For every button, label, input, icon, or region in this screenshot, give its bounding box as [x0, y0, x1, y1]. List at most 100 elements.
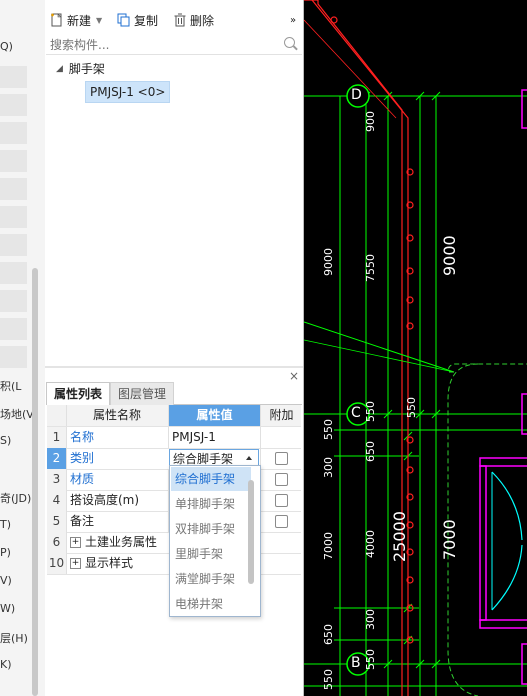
row-index: 6 [47, 532, 67, 553]
component-toolbar: 新建 ▼ 复制 删除 » [45, 8, 303, 32]
table-row[interactable]: 1 名称 PMJSJ-1 [47, 427, 301, 449]
header-name: 属性名称 [92, 408, 141, 422]
dimension-text: 650 [364, 441, 377, 462]
extra-checkbox[interactable] [275, 494, 288, 507]
left-list-item[interactable] [0, 346, 27, 369]
left-list-item[interactable] [0, 262, 27, 285]
row-index: 2 [47, 448, 67, 469]
axis-label-c: C [351, 405, 361, 421]
row-extra [260, 469, 302, 490]
dropdown-scrollbar[interactable] [248, 480, 254, 584]
left-list-item[interactable] [0, 178, 27, 201]
close-icon[interactable]: × [289, 369, 299, 383]
row-extra [260, 448, 302, 469]
row-value[interactable]: PMJSJ-1 [168, 427, 263, 448]
row-index: 1 [47, 427, 67, 448]
left-list-item[interactable] [0, 94, 27, 117]
expand-plus-icon[interactable]: + [70, 537, 81, 548]
copy-button-label: 复制 [134, 13, 159, 28]
row-group-name[interactable]: + 显示样式 [67, 553, 170, 574]
dropdown-option[interactable]: 满堂脚手架 [171, 567, 251, 591]
dropdown-option[interactable]: 单排脚手架 [171, 492, 251, 516]
tree-node-label: PMJSJ-1 <0> [90, 85, 166, 99]
left-list-item[interactable] [0, 66, 27, 89]
axis-label-d: D [351, 87, 362, 103]
new-button[interactable]: 新建 ▼ [50, 11, 102, 29]
row-group-name[interactable]: + 土建业务属性 [67, 532, 170, 553]
expand-plus-icon[interactable]: + [70, 558, 81, 569]
dimension-text: 550 [405, 397, 418, 418]
dropdown-option[interactable]: 综合脚手架 [171, 467, 251, 491]
left-list-item[interactable] [0, 290, 27, 313]
row-name: 土建业务属性 [85, 535, 158, 549]
dimension-text: 25000 [390, 511, 409, 562]
row-index: 5 [47, 511, 67, 532]
tab-layers[interactable]: 图层管理 [110, 382, 175, 405]
header-extra: 附加 [260, 405, 302, 426]
dimension-text: 650 [322, 624, 335, 645]
copy-button[interactable]: 复制 [117, 11, 158, 29]
left-list-item[interactable] [0, 150, 27, 173]
left-fragment[interactable]: 奇(JD) [0, 490, 31, 506]
extra-checkbox[interactable] [275, 515, 288, 528]
table-header: 属性名称 属性值 附加 [47, 405, 301, 427]
cad-drawing[interactable] [304, 0, 527, 696]
expand-arrow-icon[interactable]: ◢ [56, 64, 63, 74]
left-fragment[interactable]: V) [0, 574, 12, 587]
dropdown-option[interactable]: 双排脚手架 [171, 517, 251, 541]
dropdown-option[interactable]: 电梯井架 [171, 592, 251, 616]
left-list-item[interactable] [0, 318, 27, 341]
axis-label-b: B [351, 655, 361, 671]
dimension-text: 550 [364, 401, 377, 422]
dimension-text: 7000 [440, 519, 459, 560]
left-fragment[interactable]: W) [0, 602, 15, 615]
extra-checkbox[interactable] [275, 473, 288, 486]
left-list-item[interactable] [0, 234, 27, 257]
dimension-text: 300 [322, 457, 335, 478]
left-scrollbar[interactable] [32, 268, 38, 696]
delete-button-label: 删除 [190, 13, 215, 28]
header-index [47, 405, 67, 426]
copy-icon [117, 13, 130, 27]
panel-splitter[interactable] [45, 366, 303, 368]
chevron-up-icon[interactable] [246, 456, 252, 460]
row-name: 名称 [70, 430, 95, 444]
left-list-item[interactable] [0, 122, 27, 145]
dimension-text: 300 [364, 609, 377, 630]
tree-node-scaffold[interactable]: ◢ 脚手架 [56, 60, 105, 77]
left-fragment[interactable]: T) [0, 518, 11, 531]
row-name: 搭设高度(m) [70, 493, 140, 507]
left-fragment[interactable]: K) [0, 658, 12, 671]
row-name: 备注 [70, 514, 95, 528]
dimension-text: 550 [322, 669, 335, 690]
left-fragment[interactable]: Q) [0, 40, 13, 53]
left-fragment[interactable]: 场地(V [0, 406, 34, 422]
search-icon[interactable] [284, 37, 295, 48]
dimension-text: 9000 [322, 248, 335, 276]
left-fragment[interactable]: 积(L [0, 378, 21, 394]
tree-node-pmjsj-1[interactable]: PMJSJ-1 <0> [85, 81, 171, 103]
search-input[interactable] [48, 35, 282, 54]
dropdown-option[interactable]: 里脚手架 [171, 542, 251, 566]
more-button[interactable]: » [290, 11, 296, 29]
category-dropdown: 综合脚手架 单排脚手架 双排脚手架 里脚手架 满堂脚手架 电梯井架 [169, 465, 261, 617]
tree-node-label: 脚手架 [68, 62, 105, 76]
tab-properties[interactable]: 属性列表 [46, 382, 111, 405]
left-list-item[interactable] [0, 206, 27, 229]
dimension-text: 550 [322, 419, 335, 440]
delete-button[interactable]: 删除 [173, 11, 214, 29]
cad-canvas[interactable]: D C B 900 9000 7550 9000 550 650 550 300… [304, 0, 527, 696]
row-index: 3 [47, 469, 67, 490]
row-index: 4 [47, 490, 67, 511]
extra-checkbox[interactable] [275, 452, 288, 465]
left-fragment[interactable]: 层(H) [0, 630, 28, 646]
left-fragment[interactable]: P) [0, 546, 11, 559]
property-tabs: 属性列表 图层管理 [46, 382, 302, 405]
dimension-text: 550 [364, 649, 377, 670]
search-bar [46, 34, 302, 55]
left-fragment[interactable]: S) [0, 434, 11, 447]
chevron-down-icon[interactable]: ▼ [96, 16, 102, 25]
row-name: 类别 [70, 451, 95, 465]
new-doc-icon [51, 13, 62, 27]
new-button-label: 新建 [67, 13, 92, 28]
